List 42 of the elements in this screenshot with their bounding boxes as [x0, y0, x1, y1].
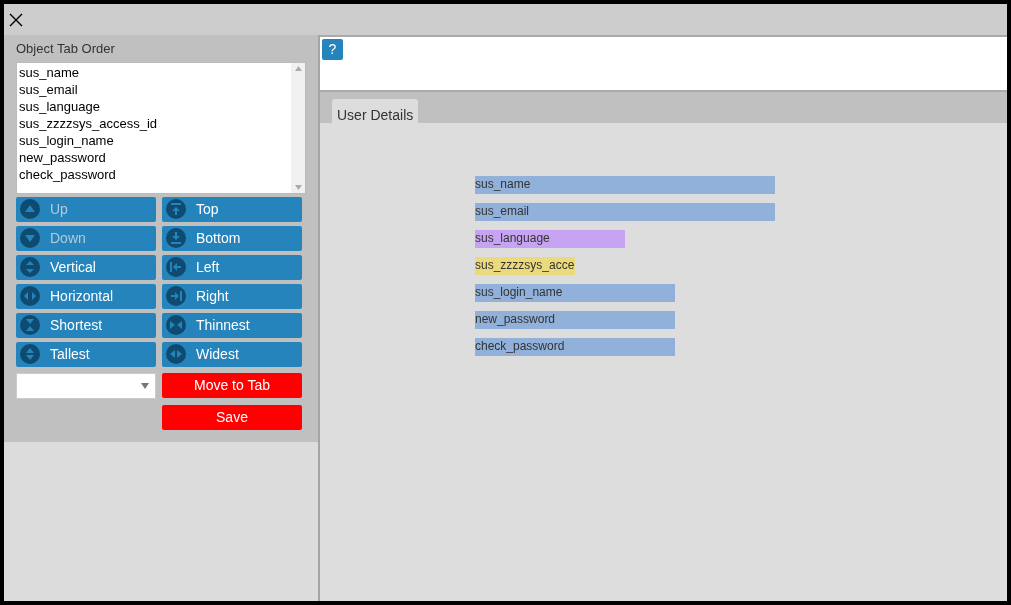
panel-title: Object Tab Order — [16, 40, 115, 58]
toolbar-button[interactable]: Widest — [162, 341, 302, 367]
dropdown-arrow-icon — [141, 382, 149, 389]
tab-order-list[interactable]: sus_name sus_email sus_language sus_zzzzsys_access_id sus_login_name new_password check_password — [16, 61, 306, 194]
toolbar-button[interactable]: Bottom — [162, 225, 302, 251]
form-object[interactable]: sus_name — [475, 176, 775, 194]
form-object[interactable]: new_password — [475, 311, 675, 329]
toolbar-button[interactable]: Vertical — [16, 254, 156, 280]
tab[interactable]: User Details — [332, 99, 419, 123]
toolbar-button[interactable]: Left — [162, 254, 302, 280]
toolbar-button[interactable]: Right — [162, 283, 302, 309]
form-object[interactable]: sus_language — [475, 230, 625, 248]
form-object[interactable]: sus_email — [475, 203, 775, 221]
shrink-vertical-icon — [20, 315, 40, 335]
form-object[interactable]: sus_zzzzsys_acce — [475, 257, 575, 275]
shrink-horizontal-icon — [166, 315, 186, 335]
list-item[interactable]: new_password — [19, 148, 289, 166]
toolbar-button[interactable]: Top — [162, 196, 302, 222]
close-icon[interactable] — [8, 11, 24, 28]
horizontal-arrows-icon — [20, 286, 40, 306]
toolbar-button[interactable]: Shortest — [16, 312, 156, 338]
scrollbar[interactable] — [291, 62, 305, 193]
list-item[interactable]: sus_language — [19, 97, 289, 115]
list-item[interactable]: sus_zzzzsys_access_id — [19, 114, 289, 132]
list-item[interactable]: sus_login_name — [19, 131, 289, 149]
scroll-up-icon[interactable] — [294, 65, 302, 71]
tab-select[interactable] — [16, 372, 156, 399]
toolbar-button[interactable]: Thinnest — [162, 312, 302, 338]
list-item[interactable]: sus_email — [19, 80, 289, 98]
vertical-arrows-icon — [20, 257, 40, 277]
help-button[interactable]: ? — [322, 39, 343, 60]
move-to-tab-button[interactable]: Move to Tab — [162, 372, 302, 398]
toolbar-button[interactable]: Horizontal — [16, 283, 156, 309]
form-object[interactable]: sus_login_name — [475, 284, 675, 302]
scroll-down-icon[interactable] — [294, 184, 302, 190]
list-item[interactable]: check_password — [19, 165, 289, 183]
expand-horizontal-icon — [166, 344, 186, 364]
form-object[interactable]: check_password — [475, 338, 675, 356]
list-item[interactable]: sus_name — [19, 63, 289, 81]
expand-vertical-icon — [20, 344, 40, 364]
toolbar-button[interactable]: Tallest — [16, 341, 156, 367]
save-button[interactable]: Save — [162, 404, 302, 430]
